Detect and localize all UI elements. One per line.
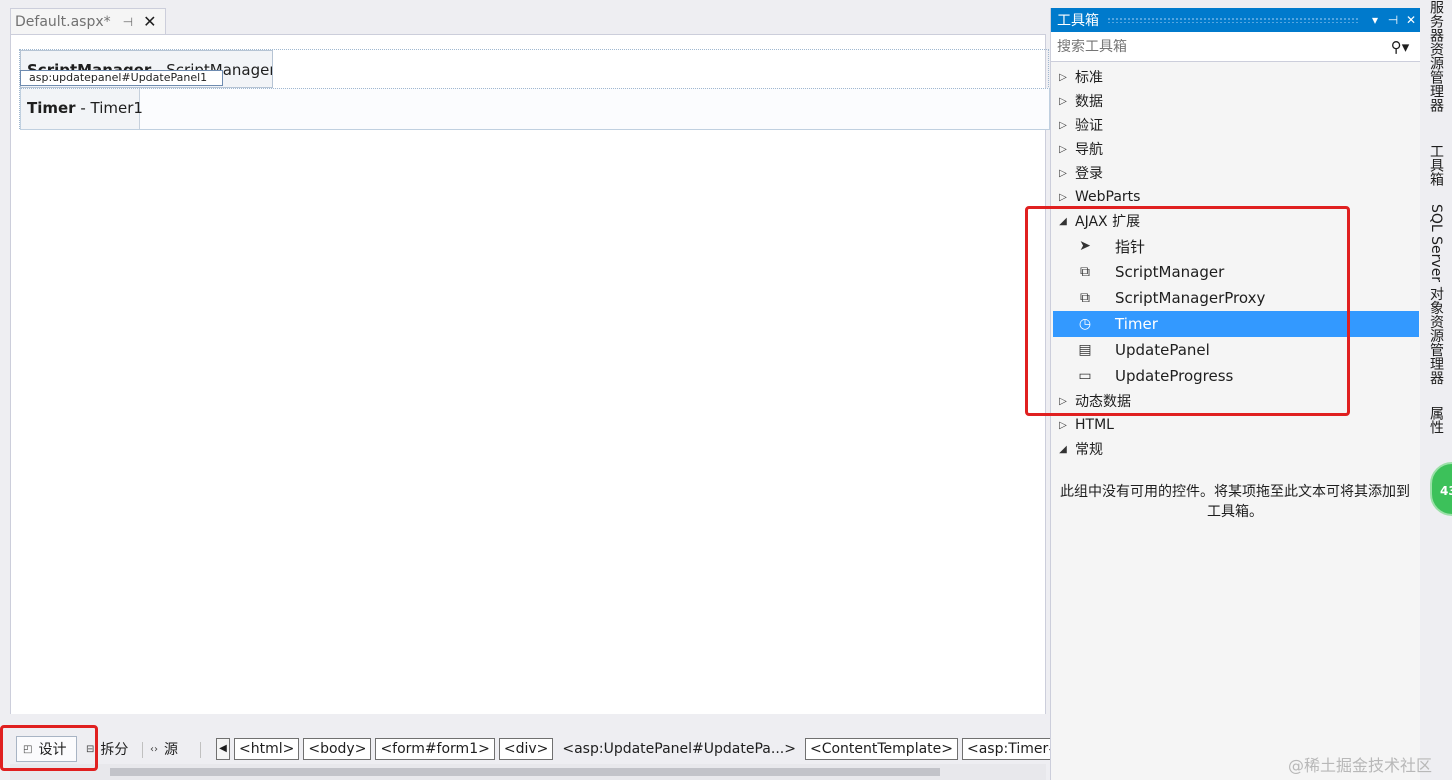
toolbox-search: ⚲▾ xyxy=(1051,32,1420,62)
tab-toolbox[interactable]: 工具箱 xyxy=(1426,144,1446,186)
close-icon[interactable]: ✕ xyxy=(143,12,156,31)
source-icon: ‹› xyxy=(150,743,158,755)
horizontal-scrollbar[interactable] xyxy=(10,764,1046,780)
updatepanel-tag[interactable]: asp:updatepanel#UpdatePanel1 xyxy=(20,70,223,86)
empty-group-message: 此组中没有可用的控件。将某项拖至此文本可将其添加到工具箱。 xyxy=(1060,484,1410,520)
expand-icon: ▷ xyxy=(1059,143,1067,155)
source-view-button[interactable]: ‹› 源 xyxy=(150,736,178,762)
category-validation[interactable]: ▷ 验证 xyxy=(1051,113,1419,137)
expand-icon: ▷ xyxy=(1059,419,1067,431)
pin-icon[interactable]: ⊣ xyxy=(123,15,133,29)
divider xyxy=(200,742,201,758)
expand-icon: ▷ xyxy=(1059,71,1067,83)
design-canvas[interactable]: ScriptManager - ScriptManager1 asp:updat… xyxy=(10,34,1050,714)
category-label: 导航 xyxy=(1075,142,1103,158)
expand-icon: ▷ xyxy=(1059,95,1067,107)
category-label: 登录 xyxy=(1075,166,1103,182)
updatepanel-control[interactable]: Timer - Timer1 xyxy=(20,88,1050,130)
category-label: 常规 xyxy=(1075,442,1103,458)
drag-grip[interactable] xyxy=(1107,17,1358,23)
category-label: WebParts xyxy=(1075,189,1141,205)
divider xyxy=(142,742,143,758)
expand-icon: ▷ xyxy=(1059,167,1067,179)
document-tabstrip: Default.aspx* ⊣ ✕ xyxy=(0,0,1050,34)
search-input[interactable] xyxy=(1057,38,1380,55)
form-surface: ScriptManager - ScriptManager1 asp:updat… xyxy=(19,49,1050,130)
category-html[interactable]: ▷ HTML xyxy=(1051,413,1419,437)
breadcrumb-item[interactable]: <html> xyxy=(234,738,300,760)
category-data[interactable]: ▷ 数据 xyxy=(1051,89,1419,113)
tab-server-explorer[interactable]: 服务器资源管理器 xyxy=(1426,0,1446,112)
split-label: 拆分 xyxy=(100,742,129,758)
timer-control[interactable]: Timer - Timer1 xyxy=(21,89,143,129)
toolbox-title: 工具箱 xyxy=(1057,13,1099,29)
timer-id: - Timer1 xyxy=(75,99,143,117)
expand-icon: ▷ xyxy=(1059,119,1067,131)
highlight-design-button xyxy=(0,725,98,771)
breadcrumb-item[interactable]: <form#form1> xyxy=(375,738,495,760)
category-standard[interactable]: ▷ 标准 xyxy=(1051,65,1419,89)
category-login[interactable]: ▷ 登录 xyxy=(1051,161,1419,185)
breadcrumb-item[interactable]: <body> xyxy=(303,738,372,760)
category-label: 数据 xyxy=(1075,94,1103,110)
expand-icon: ▷ xyxy=(1059,191,1067,203)
collapse-icon: ◢ xyxy=(1059,443,1067,455)
category-label: 验证 xyxy=(1075,118,1103,134)
source-label: 源 xyxy=(164,742,178,758)
breadcrumb-item[interactable]: <asp:UpdatePanel#UpdatePa...> xyxy=(557,738,801,760)
tab-sql-server-explorer[interactable]: SQL Server 对象资源管理器 xyxy=(1426,204,1446,385)
breadcrumb-scroll-left-icon[interactable]: ◀ xyxy=(216,738,230,760)
side-rail: 服务器资源管理器 工具箱 SQL Server 对象资源管理器 属性 xyxy=(1420,0,1452,780)
document-tab-title: Default.aspx* xyxy=(15,13,111,30)
dropdown-icon[interactable]: ▾ xyxy=(1366,13,1384,27)
timer-type: Timer xyxy=(27,99,76,117)
toolbox-titlebar: 工具箱 ▾ ⊣ ✕ xyxy=(1051,8,1420,32)
category-label: HTML xyxy=(1075,417,1114,433)
search-icon[interactable]: ⚲▾ xyxy=(1380,38,1420,56)
breadcrumb: <html> <body> <form#form1> <div> <asp:Up… xyxy=(234,738,1074,760)
view-bar: ◰ 设计 ⊟ 拆分 ‹› 源 ◀ <html> <body> <form#for… xyxy=(10,714,1074,764)
scrollbar-thumb[interactable] xyxy=(110,768,940,776)
document-tab[interactable]: Default.aspx* ⊣ ✕ xyxy=(10,8,166,34)
pin-icon[interactable]: ⊣ xyxy=(1384,13,1402,27)
breadcrumb-item[interactable]: <ContentTemplate> xyxy=(804,738,958,760)
category-general[interactable]: ◢ 常规 xyxy=(1051,437,1419,461)
close-icon[interactable]: ✕ xyxy=(1402,13,1420,27)
category-navigation[interactable]: ▷ 导航 xyxy=(1051,137,1419,161)
breadcrumb-item[interactable]: <div> xyxy=(498,738,554,760)
highlight-ajax-group xyxy=(1025,206,1350,416)
category-label: 标准 xyxy=(1075,70,1103,86)
tab-properties[interactable]: 属性 xyxy=(1426,406,1446,434)
watermark: @稀土掘金技术社区 xyxy=(1288,756,1433,775)
